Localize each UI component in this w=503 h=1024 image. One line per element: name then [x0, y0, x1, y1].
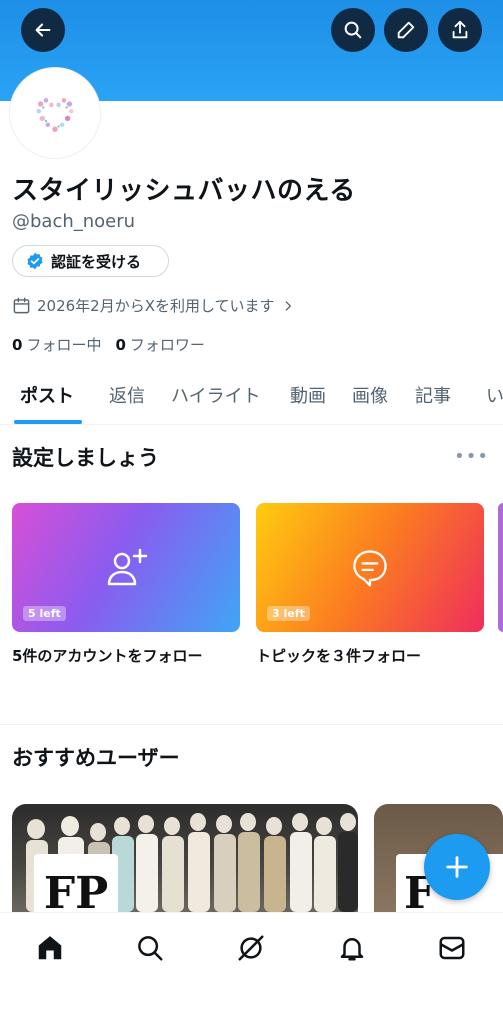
display-name: スタイリッシュバッハのえる — [12, 176, 356, 206]
brand-logo: FP — [34, 854, 118, 912]
follow-accounts-caption: 5件のアカウントをフォロー — [12, 647, 203, 665]
follow-topics-card[interactable]: 3 left — [256, 503, 484, 632]
calendar-icon — [13, 297, 30, 314]
remaining-badge: 3 left — [267, 606, 310, 621]
follow-stats: 0 フォロー中 0 フォロワー — [12, 334, 205, 355]
compose-button[interactable] — [424, 834, 490, 900]
recommend-title: おすすめユーザー — [12, 746, 180, 770]
tab-highlights[interactable]: ハイライト — [171, 382, 261, 408]
pencil-icon — [397, 21, 415, 39]
grok-icon — [238, 935, 264, 961]
handle: @bach_noeru — [12, 211, 136, 232]
recommended-user-card[interactable]: FP — [12, 804, 358, 912]
nav-search[interactable] — [133, 931, 167, 965]
followers-link[interactable]: 0 フォロワー — [115, 334, 204, 355]
tab-posts[interactable]: ポスト — [20, 382, 74, 408]
search-icon — [344, 21, 362, 39]
get-verified-label: 認証を受ける — [51, 252, 142, 271]
plus-icon — [446, 856, 468, 878]
following-label: フォロー中 — [26, 336, 102, 354]
tab-videos[interactable]: 動画 — [290, 382, 326, 408]
edit-button[interactable] — [384, 8, 428, 52]
add-user-icon — [107, 548, 148, 585]
tab-likes[interactable]: い — [486, 382, 503, 408]
share-button[interactable] — [438, 8, 482, 52]
next-card-peek[interactable] — [498, 503, 503, 632]
active-tab-indicator — [14, 420, 82, 424]
search-icon — [138, 936, 163, 961]
profile-tabs: ポスト 返信 ハイライト 動画 画像 記事 い — [0, 372, 503, 425]
follow-topics-caption: トピックを３件フォロー — [256, 647, 422, 665]
tab-articles[interactable]: 記事 — [415, 382, 451, 408]
nav-grok[interactable] — [234, 931, 268, 965]
avatar[interactable] — [10, 68, 100, 158]
get-verified-button[interactable]: 認証を受ける — [12, 245, 169, 277]
search-button[interactable] — [331, 8, 375, 52]
more-options-button[interactable]: ••• — [454, 446, 489, 467]
following-link[interactable]: 0 フォロー中 — [12, 334, 101, 355]
tab-images[interactable]: 画像 — [352, 382, 388, 408]
topic-bubble-icon — [353, 549, 387, 587]
notifications-icon — [340, 938, 364, 961]
bottom-nav — [0, 912, 503, 1024]
messages-icon — [439, 936, 465, 960]
joined-date[interactable]: 2026年2月からXを利用しています — [12, 295, 295, 316]
floral-heart-icon — [36, 98, 74, 132]
arrow-left-icon — [35, 23, 51, 37]
nav-messages[interactable] — [435, 931, 469, 965]
nav-home[interactable] — [33, 931, 67, 965]
back-button[interactable] — [21, 8, 65, 52]
followers-label: フォロワー — [129, 336, 205, 354]
remaining-badge: 5 left — [23, 606, 66, 621]
joined-text: 2026年2月からXを利用しています — [37, 297, 275, 315]
following-count: 0 — [12, 336, 23, 354]
share-icon — [452, 20, 468, 39]
nav-notifications[interactable] — [335, 931, 369, 965]
tab-replies[interactable]: 返信 — [109, 382, 145, 408]
section-divider — [0, 724, 503, 725]
setup-title: 設定しましょう — [12, 446, 159, 470]
follow-accounts-card[interactable]: 5 left — [12, 503, 240, 632]
verified-badge-icon — [27, 252, 43, 270]
chevron-right-icon — [285, 300, 291, 311]
home-icon — [38, 936, 62, 960]
followers-count: 0 — [115, 336, 126, 354]
